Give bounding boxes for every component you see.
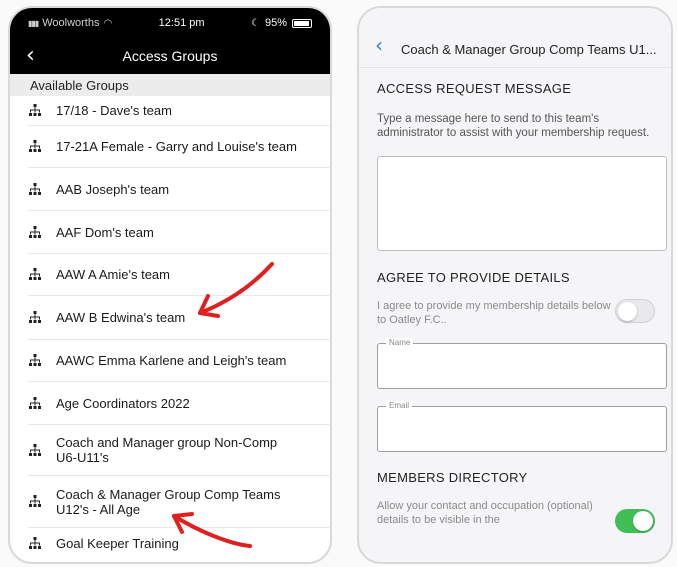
group-label: AAW B Edwina's team bbox=[56, 310, 186, 325]
members-directory-heading: MEMBERS DIRECTORY bbox=[377, 470, 528, 485]
group-label: AAB Joseph's team bbox=[56, 181, 170, 197]
email-field[interactable]: Email bbox=[377, 401, 667, 452]
name-field[interactable]: Name bbox=[377, 338, 667, 389]
org-chart-icon bbox=[28, 140, 42, 153]
org-chart-icon bbox=[28, 182, 42, 196]
org-chart-icon bbox=[28, 104, 42, 117]
access-request-description: Type a message here to send to this team… bbox=[377, 113, 650, 139]
access-groups-screen: ▮▮▮ Woolworths ◠ 12:51 pm ☾ 95% ‹ Access… bbox=[8, 6, 332, 564]
group-label: AAW A Amie's team bbox=[56, 267, 170, 282]
group-item[interactable]: AAF Dom's team bbox=[28, 211, 330, 254]
nav-bar: ‹ Coach & Manager Group Comp Teams U1... bbox=[359, 8, 671, 68]
battery-info: ☾ 95% bbox=[251, 17, 312, 29]
access-request-screen: ‹ Coach & Manager Group Comp Teams U1...… bbox=[357, 6, 673, 564]
group-item[interactable]: 17-21A Female - Garry and Louise's team bbox=[28, 126, 330, 168]
wifi-icon: ◠ bbox=[103, 17, 113, 29]
group-label: Coach and Manager group Non-Comp U6-U11'… bbox=[56, 435, 278, 465]
org-chart-icon bbox=[28, 354, 42, 367]
toggle-knob bbox=[618, 302, 638, 321]
group-item[interactable]: 17/18 - Dave's team bbox=[28, 96, 330, 126]
page-title: Access Groups bbox=[122, 48, 218, 64]
name-field-label: Name bbox=[386, 338, 414, 347]
agree-toggle[interactable] bbox=[615, 299, 655, 323]
access-request-heading: ACCESS REQUEST MESSAGE bbox=[377, 81, 572, 96]
access-message-input[interactable] bbox=[377, 156, 667, 251]
group-label: Age Coordinators 2022 bbox=[56, 395, 190, 411]
toggle-knob bbox=[633, 511, 653, 531]
email-field-label: Email bbox=[386, 401, 413, 410]
agree-row: I agree to provide my membership details… bbox=[377, 299, 655, 327]
agree-heading: AGREE TO PROVIDE DETAILS bbox=[377, 270, 570, 285]
org-chart-icon bbox=[28, 268, 42, 281]
group-label: AAF Dom's team bbox=[56, 224, 154, 240]
group-item[interactable]: AAW B Edwina's team bbox=[28, 296, 330, 340]
moon-icon: ☾ bbox=[251, 17, 260, 29]
group-item[interactable]: AAW A Amie's team bbox=[28, 254, 330, 296]
back-chevron-icon[interactable]: ‹ bbox=[26, 43, 35, 68]
carrier-info: ▮▮▮ Woolworths ◠ bbox=[28, 17, 112, 29]
members-row: Allow your contact and occupation (optio… bbox=[377, 499, 655, 533]
battery-percent: 95% bbox=[264, 17, 287, 29]
group-item[interactable]: AAB Joseph's team bbox=[28, 168, 330, 211]
org-chart-icon bbox=[28, 311, 42, 324]
section-header: Available Groups bbox=[10, 74, 330, 96]
org-chart-icon bbox=[28, 495, 42, 508]
members-toggle[interactable] bbox=[615, 509, 655, 533]
status-time: 12:51 pm bbox=[158, 17, 205, 29]
agree-text: I agree to provide my membership details… bbox=[377, 300, 611, 326]
signal-icon: ▮▮▮ bbox=[28, 18, 39, 28]
group-item[interactable]: Age Coordinators 2022 bbox=[28, 382, 330, 425]
status-bar: ▮▮▮ Woolworths ◠ 12:51 pm ☾ 95% bbox=[10, 8, 330, 38]
org-chart-icon bbox=[28, 443, 42, 457]
group-item[interactable]: Coach & Manager Group Comp Teams U12's -… bbox=[28, 476, 330, 528]
group-item[interactable]: Goal Keeper Training bbox=[28, 528, 330, 558]
org-chart-icon bbox=[28, 536, 42, 550]
group-label: Coach & Manager Group Comp Teams U12's -… bbox=[56, 486, 281, 517]
org-chart-icon bbox=[28, 225, 42, 239]
org-chart-icon bbox=[28, 396, 42, 410]
form-body: ACCESS REQUEST MESSAGE Type a message he… bbox=[359, 81, 671, 533]
carrier-name: Woolworths bbox=[42, 17, 100, 29]
group-item[interactable]: AAWC Emma Karlene and Leigh's team bbox=[28, 340, 330, 382]
page-title: Coach & Manager Group Comp Teams U1... bbox=[401, 42, 657, 57]
group-label: Goal Keeper Training bbox=[56, 535, 179, 551]
group-label: AAWC Emma Karlene and Leigh's team bbox=[56, 353, 287, 368]
nav-bar: ‹ Access Groups bbox=[10, 38, 330, 74]
group-list: 17/18 - Dave's team 17-21A Female - Garr… bbox=[10, 96, 330, 558]
group-label: 17-21A Female - Garry and Louise's team bbox=[56, 139, 297, 154]
back-chevron-icon[interactable]: ‹ bbox=[375, 33, 383, 57]
battery-icon bbox=[292, 18, 312, 28]
screenshot-stage: ▮▮▮ Woolworths ◠ 12:51 pm ☾ 95% ‹ Access… bbox=[0, 0, 677, 567]
members-text: Allow your contact and occupation (optio… bbox=[377, 500, 593, 526]
group-item[interactable]: Coach and Manager group Non-Comp U6-U11'… bbox=[28, 425, 330, 476]
group-label: 17/18 - Dave's team bbox=[56, 103, 172, 118]
